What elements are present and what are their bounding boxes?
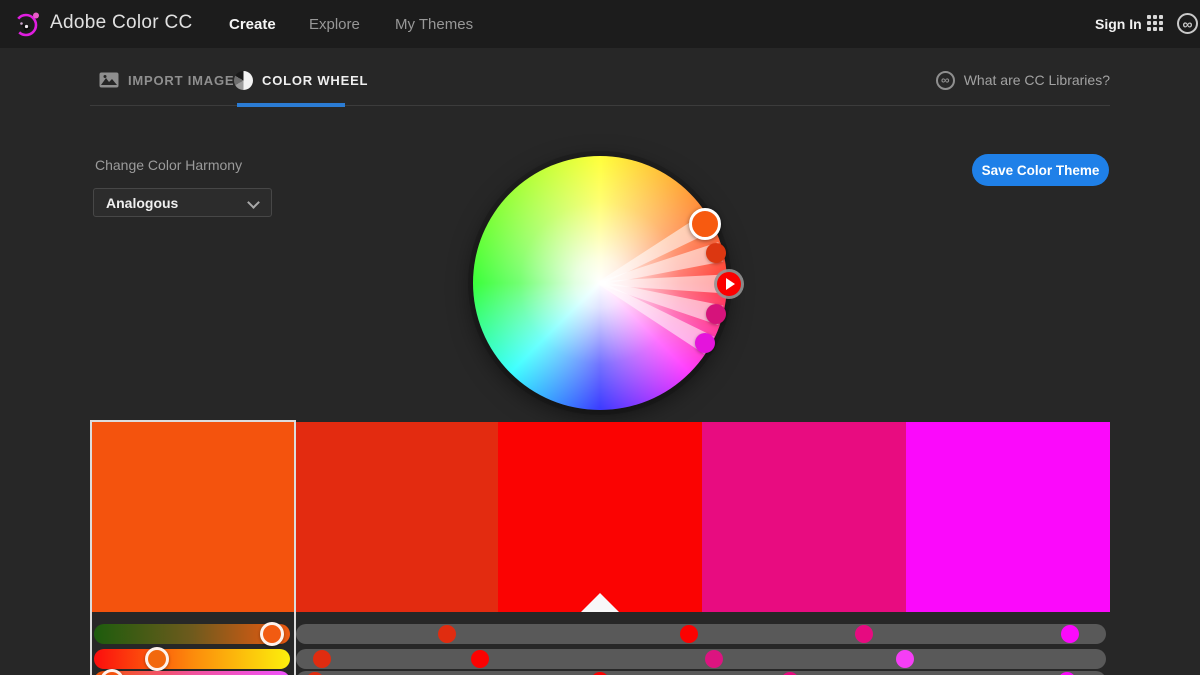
- app-title: Adobe Color CC: [50, 12, 193, 34]
- wheel-marker-3[interactable]: [714, 269, 744, 299]
- base-marker-arrow-icon: [726, 278, 735, 290]
- swatch-3[interactable]: [498, 422, 702, 612]
- active-tab-underline: [237, 103, 345, 107]
- slider-handle-row2-col2[interactable]: [313, 650, 331, 668]
- cc-libraries-label: What are CC Libraries?: [964, 72, 1110, 88]
- swatch-2[interactable]: [296, 422, 498, 612]
- slider-track-selected-row2[interactable]: [94, 649, 290, 669]
- top-header-bar: Adobe Color CC Create Explore My Themes …: [0, 0, 1200, 48]
- slider-handle-row2-col5[interactable]: [896, 650, 914, 668]
- slider-handle-row1-col2[interactable]: [438, 625, 456, 643]
- adobe-color-cc-app: Adobe Color CC Create Explore My Themes …: [0, 0, 1200, 675]
- slider-track-row3[interactable]: [296, 671, 1106, 675]
- chevron-down-icon: [247, 196, 260, 209]
- base-color-indicator: [581, 593, 619, 612]
- wheel-marker-1[interactable]: [689, 208, 721, 240]
- sign-in-button[interactable]: Sign In: [1095, 16, 1142, 32]
- slider-handle-row1-col3[interactable]: [680, 625, 698, 643]
- slider-handle-row2-col3[interactable]: [471, 650, 489, 668]
- slider-track-selected-row3[interactable]: [94, 671, 290, 675]
- image-icon: [99, 72, 119, 88]
- adobe-color-logo-icon[interactable]: [13, 10, 41, 38]
- nav-explore[interactable]: Explore: [309, 16, 360, 33]
- creative-cloud-icon-small: ∞: [936, 71, 955, 90]
- slider-handle-row1-col4[interactable]: [855, 625, 873, 643]
- wheel-marker-4[interactable]: [706, 304, 726, 324]
- cc-libraries-link[interactable]: ∞ What are CC Libraries?: [936, 68, 1110, 92]
- save-color-theme-button[interactable]: Save Color Theme: [972, 154, 1109, 186]
- tab-color-wheel[interactable]: COLOR WHEEL: [234, 68, 368, 92]
- color-wheel-icon: [234, 71, 253, 90]
- slider-track-row2[interactable]: [296, 649, 1106, 669]
- slider-handle-row1-col5[interactable]: [1061, 625, 1079, 643]
- slider-handle-selected-row3[interactable]: [100, 669, 124, 675]
- tab-import-image[interactable]: IMPORT IMAGE: [99, 68, 234, 92]
- wheel-marker-5[interactable]: [695, 333, 715, 353]
- tab-import-image-label: IMPORT IMAGE: [128, 73, 234, 88]
- apps-grid-icon[interactable]: [1147, 15, 1165, 33]
- nav-my-themes[interactable]: My Themes: [395, 16, 473, 33]
- swatch-5[interactable]: [906, 422, 1110, 612]
- slider-handle-selected-row2[interactable]: [145, 647, 169, 671]
- nav-create[interactable]: Create: [229, 16, 276, 33]
- slider-handle-selected-row1[interactable]: [260, 622, 284, 646]
- harmony-dropdown[interactable]: Analogous: [93, 188, 272, 217]
- color-wheel[interactable]: [473, 156, 727, 410]
- slider-track-row1[interactable]: [296, 624, 1106, 644]
- slider-handle-row2-col4[interactable]: [705, 650, 723, 668]
- harmony-selected-value: Analogous: [106, 195, 178, 211]
- swatch-4[interactable]: [702, 422, 906, 612]
- tab-color-wheel-label: COLOR WHEEL: [262, 73, 368, 88]
- swatch-1-selected[interactable]: [92, 422, 294, 612]
- creative-cloud-icon[interactable]: ∞: [1177, 13, 1198, 34]
- wheel-marker-2[interactable]: [706, 243, 726, 263]
- harmony-label: Change Color Harmony: [95, 157, 242, 173]
